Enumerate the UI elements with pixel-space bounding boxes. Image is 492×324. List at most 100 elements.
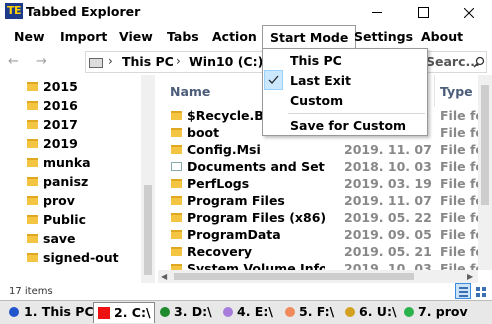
app-icon: TE [5, 3, 23, 19]
file-name: System Volume Information [187, 261, 325, 270]
tab-label: 4. E:\ [237, 304, 273, 319]
minimize-icon [372, 12, 382, 13]
tree-item[interactable]: 2019 [0, 135, 150, 154]
scroll-left-icon[interactable]: ◀ [161, 272, 167, 281]
start-mode-dropdown: This PC Last Exit Custom Save for Custom [262, 48, 428, 136]
tree-item-label: save [43, 231, 76, 246]
tab-u-drive[interactable]: 6. U:\ [342, 302, 400, 323]
maximize-button[interactable] [400, 0, 446, 25]
tab-this-pc[interactable]: 1. This PC [2, 302, 94, 323]
file-type: File fo [440, 108, 480, 123]
tree-item[interactable]: save [0, 230, 150, 249]
title-bar: TE Tabbed Explorer [0, 0, 492, 25]
folder-tree[interactable]: 2015 2016 2017 2019 munka panisz prov Pu… [0, 75, 155, 285]
search-input[interactable]: Searc... [425, 51, 487, 73]
details-view-icon [459, 287, 468, 289]
breadcrumb-this-pc[interactable]: This PC [122, 54, 174, 69]
tab-label: 1. This PC [24, 304, 94, 319]
scroll-right-icon[interactable]: ▶ [467, 272, 473, 281]
tree-item-label: signed-out [43, 250, 119, 265]
file-row[interactable]: PerfLogs 2019. 03. 19. ... File fo [158, 175, 492, 192]
folder-icon [27, 120, 38, 129]
list-scroll-thumb[interactable] [481, 85, 489, 205]
tree-item[interactable]: Public [0, 211, 150, 230]
tree-item[interactable]: panisz [0, 173, 150, 192]
tree-scrollbar[interactable] [141, 75, 155, 283]
file-date: 2019. 03. 19. ... [344, 176, 432, 191]
file-name: PerfLogs [187, 176, 250, 191]
tab-prov[interactable]: 7. prov [401, 302, 491, 323]
column-divider[interactable] [434, 75, 435, 107]
search-placeholder: Searc... [426, 54, 480, 69]
folder-icon [171, 230, 182, 239]
file-date: 2019. 11. 07. ... [344, 142, 432, 157]
tree-scroll-thumb[interactable] [144, 185, 152, 275]
close-icon [464, 7, 474, 18]
tab-label: 7. prov [418, 304, 468, 319]
menu-item-this-pc[interactable]: This PC [263, 50, 427, 71]
folder-icon [171, 128, 182, 137]
tab-label: 2. C:\ [114, 305, 151, 320]
large-icons-view-button[interactable] [473, 283, 489, 299]
file-row[interactable]: Program Files (x86) 2019. 05. 22. ... File… [158, 209, 492, 226]
tree-item[interactable]: 2015 [0, 78, 150, 97]
breadcrumb-drive[interactable]: Win10 (C:) [189, 54, 263, 69]
menu-settings[interactable]: Settings [347, 25, 420, 48]
folder-icon [171, 196, 182, 205]
file-date: 2019. 10. 03. ... [344, 261, 432, 270]
menu-new[interactable]: New [7, 25, 52, 48]
file-row[interactable]: System Volume Information 2019. 10. 03. .… [158, 260, 492, 270]
tree-item-label: 2019 [43, 136, 78, 151]
close-button[interactable] [446, 0, 492, 25]
menu-tabs[interactable]: Tabs [160, 25, 206, 48]
horizontal-scrollbar[interactable]: ◀ ▶ [158, 270, 478, 283]
file-row[interactable]: Recovery 2019. 05. 21. ... File fo [158, 243, 492, 260]
tab-d-drive[interactable]: 3. D:\ [156, 302, 218, 323]
menu-item-label: Save for Custom [290, 118, 407, 133]
menu-item-label: This PC [290, 53, 342, 68]
details-view-icon [459, 295, 468, 297]
file-name: ProgramData [187, 227, 281, 242]
tree-item[interactable]: signed-out [0, 249, 150, 268]
breadcrumb-separator: › [108, 54, 113, 68]
file-date: 2019. 09. 05. ... [344, 227, 432, 242]
menu-item-last-exit[interactable]: Last Exit [263, 70, 427, 91]
file-type: File fo [440, 159, 480, 174]
forward-arrow-icon[interactable]: → [36, 54, 47, 69]
tab-label: 6. U:\ [359, 304, 397, 319]
file-name: Documents and Settings [187, 159, 325, 174]
file-row[interactable]: Program Files 2019. 11. 07. ... File fo [158, 192, 492, 209]
tab-e-drive[interactable]: 4. E:\ [219, 302, 281, 323]
folder-icon [27, 234, 38, 243]
file-row[interactable]: ProgramData 2019. 09. 05. ... File fo [158, 226, 492, 243]
red-square-icon [98, 307, 110, 319]
folder-icon [27, 82, 38, 91]
menu-bar: New Import View Tabs Action Start Mode S… [0, 25, 492, 50]
tree-item[interactable]: 2016 [0, 97, 150, 116]
menu-view[interactable]: View [112, 25, 160, 48]
tree-item[interactable]: prov [0, 192, 150, 211]
menu-start-mode[interactable]: Start Mode [262, 25, 357, 49]
tree-item[interactable]: 2017 [0, 116, 150, 135]
file-type: File fo [440, 210, 480, 225]
menu-import[interactable]: Import [53, 25, 114, 48]
folder-icon [171, 145, 182, 154]
horizontal-scroll-thumb[interactable] [174, 273, 414, 280]
file-row[interactable]: Config.Msi 2019. 11. 07. ... File fo [158, 141, 492, 158]
details-view-button[interactable] [455, 283, 471, 299]
green-dot-icon [160, 307, 170, 317]
back-arrow-icon[interactable]: ← [8, 54, 19, 69]
menu-item-save-for-custom[interactable]: Save for Custom [263, 115, 427, 136]
menu-about[interactable]: About [414, 25, 470, 48]
minimize-button[interactable] [354, 0, 400, 25]
tab-c-drive[interactable]: 2. C:\ [93, 302, 155, 323]
file-type: File fo [440, 227, 480, 242]
list-scrollbar[interactable] [478, 75, 492, 270]
tree-item[interactable]: munka [0, 154, 150, 173]
folder-icon [171, 111, 182, 120]
menu-action[interactable]: Action [205, 25, 264, 48]
menu-item-custom[interactable]: Custom [263, 90, 427, 111]
computer-icon [89, 58, 103, 68]
file-row[interactable]: Documents and Settings 2018. 10. 03. ... F… [158, 158, 492, 175]
tab-f-drive[interactable]: 5. F:\ [282, 302, 342, 323]
